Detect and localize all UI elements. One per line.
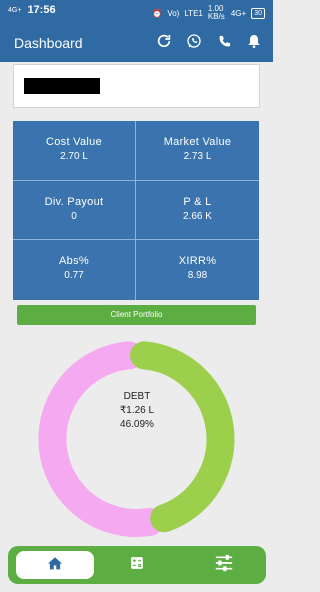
client-name-box [13,64,260,108]
donut-amount: ₹1.26 L [119,405,155,416]
metrics-grid: Cost Value 2.70 L Market Value 2.73 L Di… [13,121,259,300]
metric-cost-value: Cost Value 2.70 L [13,121,136,181]
speed-label: 1.00 KB/s [207,4,225,21]
metric-value: 0 [71,210,77,222]
app-bar: Dashboard [0,24,273,62]
metric-value: 2.70 L [60,151,88,162]
nav-filters[interactable] [204,551,244,579]
donut-category: DEBT [123,391,151,402]
page-title: Dashboard [14,35,83,51]
battery-icon: 30 [251,7,265,19]
phone-icon[interactable] [215,32,233,50]
donut-segment-other[interactable] [38,341,164,537]
sliders-icon [214,554,234,577]
metric-label: P & L [183,195,212,208]
whatsapp-icon[interactable] [185,32,203,50]
client-portfolio-button[interactable]: Client Portfolio [17,305,256,325]
bell-icon[interactable] [245,32,263,50]
donut-center-label: DEBT ₹1.26 L 46.09% [86,390,188,432]
refresh-icon[interactable] [155,32,173,50]
metric-value: 2.73 L [183,151,212,162]
alarm-icon: ⏰ [152,8,163,18]
metric-value: 0.77 [64,270,84,282]
home-icon [47,556,63,575]
metric-market-value: Market Value 2.73 L [136,121,259,181]
bottom-navigation [8,546,266,584]
status-bar: 4G+ 17:56 ⏰ Vo) LTE1 1.00 KB/s 4G+ 30 [0,0,273,24]
redacted-client-name [24,78,100,94]
metric-div-payout: Div. Payout 0 [13,180,136,241]
metric-pnl: P & L 2.66 K [136,181,259,241]
metric-label: Abs% [59,255,89,268]
metric-value: 2.66 K [183,210,212,222]
metric-abs-percent: Abs% 0.77 [13,240,136,300]
metric-label: XIRR% [178,255,217,268]
allocation-donut[interactable] [35,338,238,540]
metric-label: Cost Value [46,136,102,148]
nav-home[interactable] [16,551,94,579]
metric-label: Div. Payout [44,195,104,208]
lte-label: LTE1 [184,8,203,18]
donut-segment-debt[interactable] [130,341,235,533]
status-time: 17:56 [27,4,56,16]
volte-label: Vo) [167,8,180,18]
network-indicator: 4G+ [8,6,22,14]
metric-value: 8.98 [187,270,208,282]
network-indicator-right: 4G+ [230,8,247,18]
calculator-icon [130,556,144,575]
donut-percent: 46.09% [120,419,154,430]
nav-calculator[interactable] [120,551,154,579]
metric-xirr-percent: XIRR% 8.98 [136,240,259,300]
metric-label: Market Value [163,136,232,148]
